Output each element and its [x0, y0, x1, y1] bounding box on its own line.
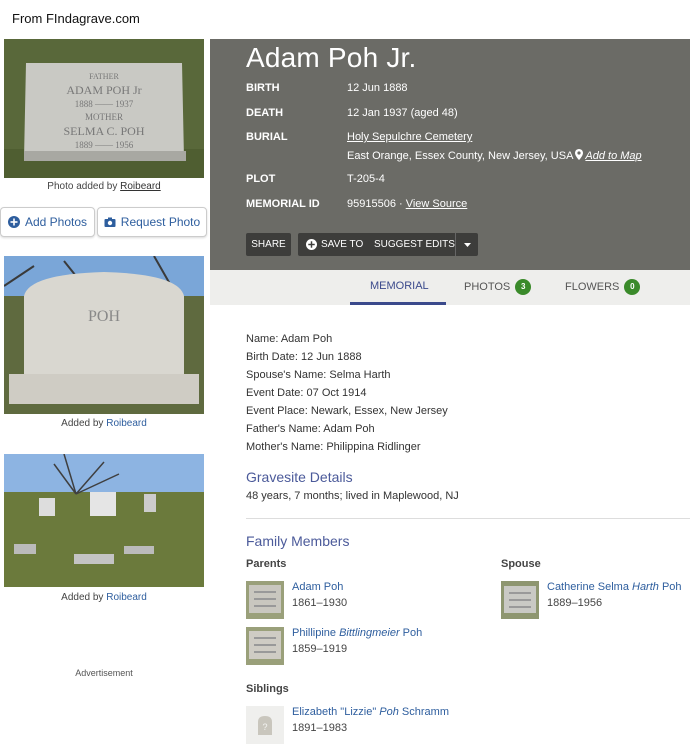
headstone-line-4: MOTHER — [85, 112, 123, 122]
family-members-heading: Family Members — [246, 533, 350, 549]
family-member-card[interactable]: Catherine Selma Harth Poh 1889–1956 — [501, 581, 682, 619]
photo-added-caption: Photo added by Roibeard — [47, 181, 161, 192]
headstone-line-5: SELMA C. POH — [63, 124, 144, 138]
suggest-edits-button[interactable]: SUGGEST EDITS — [367, 239, 455, 250]
family-member-name[interactable]: Catherine Selma Harth Poh — [547, 581, 682, 593]
birth-label: BIRTH — [246, 82, 280, 94]
no-photo-placeholder[interactable]: ? — [246, 706, 284, 744]
burial-location: East Orange, Essex County, New Jersey, U… — [347, 149, 642, 162]
family-member-dates: 1861–1930 — [292, 597, 348, 609]
plot-value: T-205-4 — [347, 173, 385, 185]
family-member-name[interactable]: Adam Poh — [292, 581, 347, 593]
gravesite-details-heading: Gravesite Details — [246, 469, 353, 485]
family-member-name[interactable]: Elizabeth "Lizzie" Poh Schramm — [292, 706, 449, 718]
bio-line: Father's Name: Adam Poh — [246, 423, 375, 435]
headstone-line-3: 1888 —— 1937 — [75, 99, 134, 109]
burial-label: BURIAL — [246, 131, 288, 143]
bio-line: Name: Adam Poh — [246, 333, 333, 345]
section-divider — [246, 518, 690, 519]
family-member-name[interactable]: Phillipine Bittlingmeier Poh — [292, 627, 422, 639]
siblings-heading: Siblings — [246, 683, 289, 695]
gravesite-details-text: 48 years, 7 months; lived in Maplewood, … — [246, 490, 459, 502]
plot-label: PLOT — [246, 173, 276, 185]
tab-memorial[interactable]: MEMORIAL — [370, 280, 429, 292]
more-options-button[interactable] — [455, 233, 478, 256]
headstone-surname: POH — [88, 308, 120, 325]
family-member-card[interactable]: ? Elizabeth "Lizzie" Poh Schramm 1891–19… — [246, 706, 449, 744]
death-value: 12 Jan 1937 (aged 48) — [347, 107, 458, 119]
map-pin-icon — [575, 149, 584, 160]
photos-count-badge: 3 — [515, 279, 532, 295]
memorial-header: Adam Poh Jr. BIRTH 12 Jun 1888 DEATH 12 … — [210, 39, 690, 270]
memorial-name: Adam Poh Jr. — [246, 42, 417, 73]
bio-line: Spouse's Name: Selma Harth — [246, 369, 391, 381]
advertisement-label: Advertisement — [75, 668, 133, 678]
headstone-placeholder-icon: ? — [258, 716, 272, 735]
main-headstone-photo[interactable]: FATHER ADAM POH Jr 1888 —— 1937 MOTHER S… — [4, 39, 204, 178]
photo-3-contributor-link[interactable]: Roibeard — [106, 592, 147, 603]
family-member-photo[interactable] — [501, 581, 539, 619]
headstone-photo-2[interactable]: POH — [4, 256, 204, 414]
action-button-group: SAVE TO SUGGEST EDITS — [298, 233, 478, 256]
flowers-count-badge: 0 — [624, 279, 641, 295]
bio-line: Birth Date: 12 Jun 1888 — [246, 351, 362, 363]
source-caption: From FIndagrave.com — [12, 11, 140, 26]
cemetery-photo[interactable] — [4, 454, 204, 587]
birth-value: 12 Jun 1888 — [347, 82, 408, 94]
bio-line: Mother's Name: Philippina Ridlinger — [246, 441, 421, 453]
spouse-heading: Spouse — [501, 558, 541, 570]
headstone-line-2: ADAM POH Jr — [66, 83, 141, 97]
headstone-line-1: FATHER — [89, 72, 119, 81]
svg-text:?: ? — [262, 722, 267, 732]
save-to-button[interactable]: SAVE TO — [298, 239, 367, 250]
active-tab-indicator — [350, 302, 446, 305]
photo-2-caption: Added by Roibeard — [61, 418, 147, 429]
photo-2-contributor-link[interactable]: Roibeard — [106, 418, 147, 429]
photo-3-caption: Added by Roibeard — [61, 592, 147, 603]
camera-icon — [104, 217, 116, 227]
tab-flowers[interactable]: FLOWERS 0 — [565, 279, 641, 295]
family-member-dates: 1889–1956 — [547, 597, 603, 609]
caret-down-icon — [463, 242, 471, 247]
death-label: DEATH — [246, 107, 284, 119]
tab-photos[interactable]: PHOTOS 3 — [464, 279, 532, 295]
family-member-dates: 1859–1919 — [292, 643, 348, 655]
family-member-card[interactable]: Phillipine Bittlingmeier Poh 1859–1919 — [246, 627, 422, 665]
memorial-id-label: MEMORIAL ID — [246, 198, 320, 210]
family-member-dates: 1891–1983 — [292, 722, 348, 734]
bio-line: Event Date: 07 Oct 1914 — [246, 387, 367, 399]
view-source-link[interactable]: View Source — [406, 198, 468, 210]
family-member-photo[interactable] — [246, 627, 284, 665]
request-photo-button[interactable]: Request Photo — [97, 207, 207, 237]
family-member-photo[interactable] — [246, 581, 284, 619]
family-member-card[interactable]: Adam Poh 1861–1930 — [246, 581, 347, 619]
plus-circle-icon — [7, 216, 20, 228]
cemetery-link[interactable]: Holy Sepulchre Cemetery — [347, 131, 472, 143]
add-to-map-link[interactable]: Add to Map — [585, 150, 641, 162]
parents-heading: Parents — [246, 558, 287, 570]
add-photos-button[interactable]: Add Photos — [0, 207, 95, 237]
headstone-line-6: 1889 —— 1956 — [75, 140, 134, 150]
bio-line: Event Place: Newark, Essex, New Jersey — [246, 405, 448, 417]
memorial-id-value: 95915506 · View Source — [347, 198, 468, 210]
plus-circle-icon — [306, 239, 317, 250]
memorial-tabs: MEMORIAL PHOTOS 3 FLOWERS 0 — [210, 270, 690, 305]
share-button[interactable]: SHARE — [246, 233, 291, 256]
photo-contributor-link[interactable]: Roibeard — [120, 181, 161, 192]
